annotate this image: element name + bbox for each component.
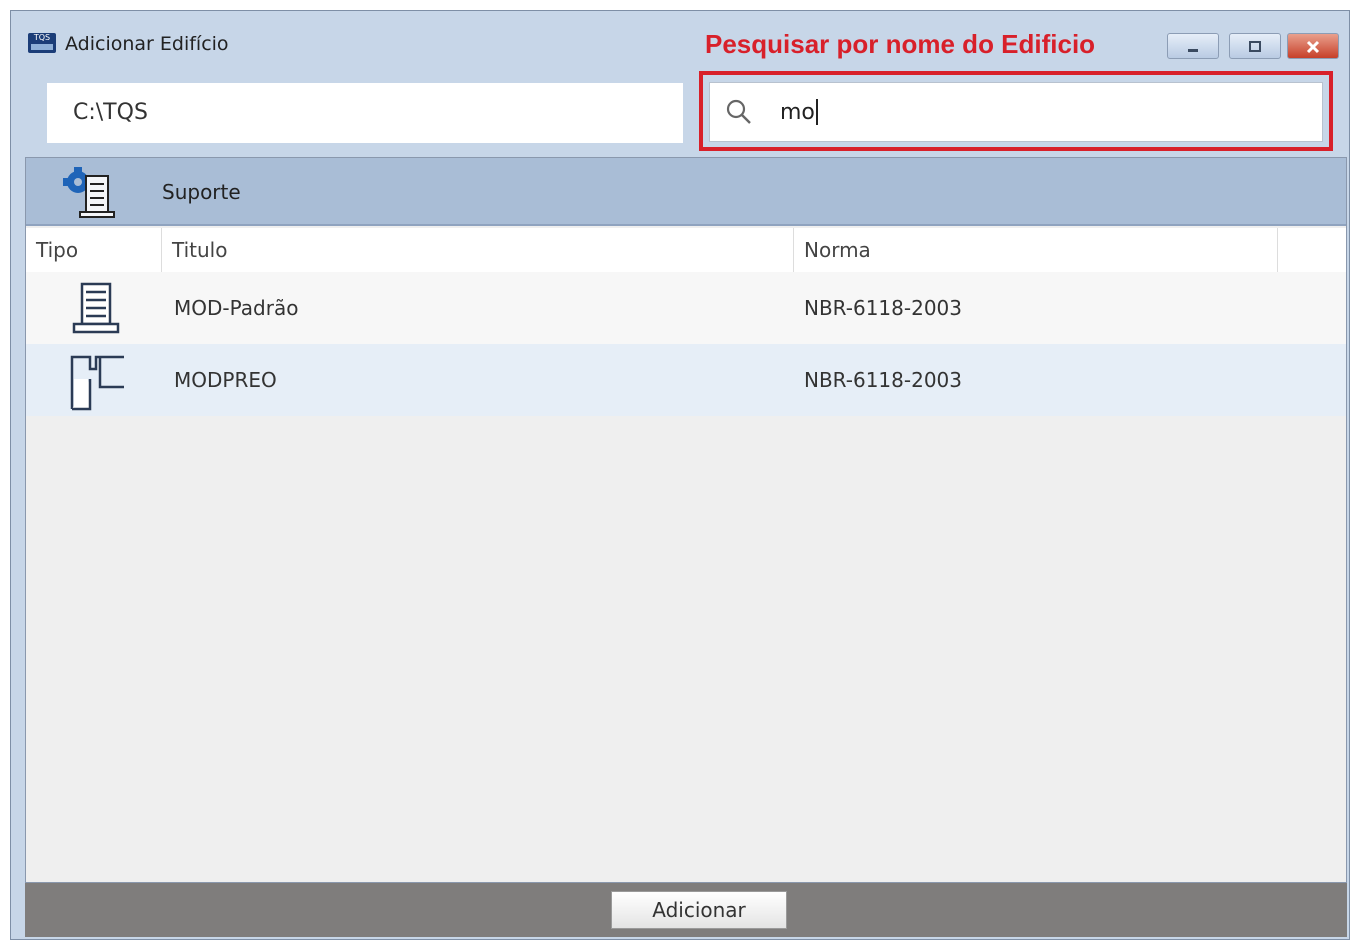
row-norma: NBR-6118-2003 [804,296,962,320]
row-title: MOD-Padrão [174,296,299,320]
building-gear-icon [63,167,115,218]
table-header: Tipo Titulo Norma [26,228,1346,273]
group-header-suporte[interactable]: Suporte [26,158,1346,226]
add-button[interactable]: Adicionar [611,891,787,929]
footer-bar: Adicionar [25,883,1347,937]
group-label: Suporte [162,180,241,204]
search-annotation: Pesquisar por nome do Edificio [705,29,1096,59]
close-icon [1306,40,1320,54]
row-title: MODPREO [174,368,277,392]
text-caret [816,99,818,125]
row-type-cell [66,344,136,416]
building-icon [72,282,120,334]
minimize-icon [1188,49,1198,52]
column-header-titulo[interactable]: Titulo [162,228,794,272]
add-building-dialog: TQS Adicionar Edifício Pesquisar por nom… [10,10,1350,940]
row-norma: NBR-6118-2003 [804,368,962,392]
column-header-tipo[interactable]: Tipo [26,228,162,272]
maximize-button[interactable] [1229,33,1281,59]
table-row[interactable]: MOD-Padrão NBR-6118-2003 [26,272,1346,344]
search-input[interactable] [780,95,1280,129]
tqs-app-icon: TQS [28,33,56,53]
maximize-icon [1249,41,1261,52]
building-list-panel: Suporte Tipo Titulo Norma MOD-Padrão NBR… [25,157,1347,883]
row-type-cell [66,272,136,344]
search-field[interactable] [709,82,1323,142]
column-header-norma[interactable]: Norma [794,228,1278,272]
search-icon [726,99,751,124]
precast-structure-icon [70,355,124,411]
minimize-button[interactable] [1167,33,1219,59]
table-row[interactable]: MODPREO NBR-6118-2003 [26,344,1346,416]
folder-path-field[interactable]: C:\TQS [47,83,683,143]
close-button[interactable] [1287,33,1339,59]
window-title: Adicionar Edifício [65,33,229,55]
